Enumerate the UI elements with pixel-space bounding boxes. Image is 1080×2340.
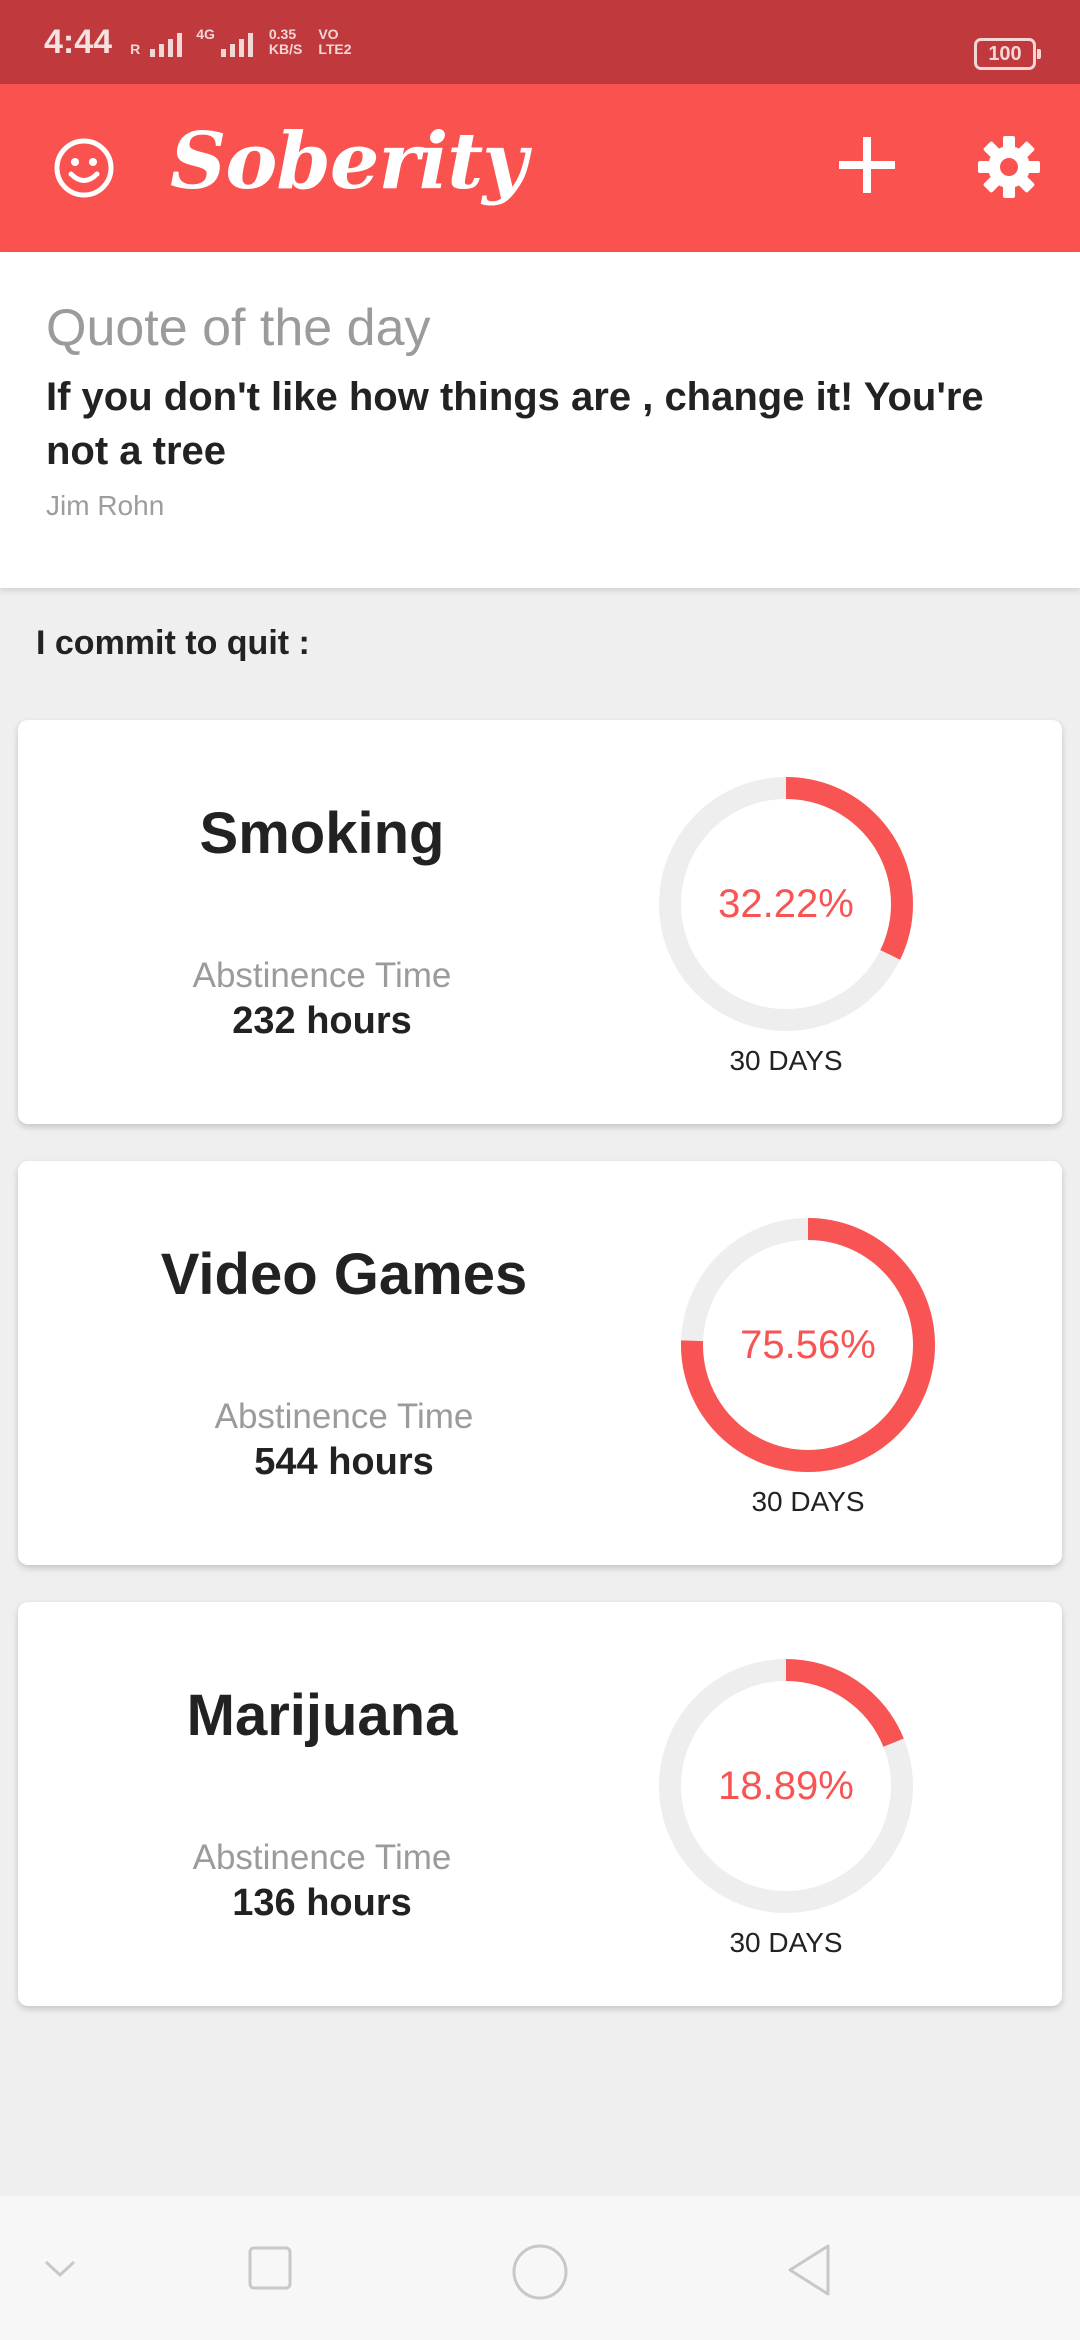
- net-speed-value: 0.35: [268, 26, 297, 42]
- habit-name: Marijuana: [186, 1683, 458, 1748]
- battery-level: 100: [988, 42, 1022, 65]
- quote-author: Jim Rohn: [46, 490, 165, 521]
- status-icons: R 4G 0.35 KB/S VO LTE2: [130, 26, 352, 57]
- progress-percent: 18.89%: [718, 1764, 854, 1808]
- habit-name: Smoking: [199, 801, 445, 866]
- progress-percent: 32.22%: [718, 882, 854, 926]
- abstinence-value: 544 hours: [254, 1441, 434, 1483]
- habit-card-smoking[interactable]: Smoking Abstinence Time 232 hours 32.22%…: [18, 720, 1062, 1124]
- quote-text: If you don't like how things are , chang…: [46, 375, 984, 473]
- roaming-indicator: R: [130, 41, 141, 57]
- triangle-back-icon[interactable]: [782, 2242, 838, 2298]
- app-bar: Soberity: [0, 84, 1080, 252]
- system-nav-bar: [0, 2196, 1080, 2340]
- goal-label: 30 DAYS: [751, 1486, 865, 1517]
- volte-top: VO: [318, 26, 339, 42]
- habit-card-marijuana[interactable]: Marijuana Abstinence Time 136 hours 18.8…: [18, 1602, 1062, 2006]
- volte-bottom: LTE2: [318, 41, 352, 57]
- volte-indicator: VO LTE2: [318, 27, 351, 57]
- signal-icon: [150, 29, 183, 57]
- progress-percent: 75.56%: [740, 1323, 876, 1367]
- smiley-icon[interactable]: [52, 136, 116, 200]
- status-bar: 4:44 R 4G 0.35 KB/S VO LTE2 100: [0, 0, 1080, 84]
- net-speed: 0.35 KB/S: [269, 27, 302, 57]
- abstinence-label: Abstinence Time: [192, 956, 452, 995]
- quote-heading: Quote of the day: [46, 299, 431, 357]
- battery-icon: 100: [974, 38, 1041, 70]
- abstinence-label: Abstinence Time: [214, 1397, 474, 1436]
- habit-name: Video Games: [160, 1242, 528, 1307]
- app-title: Soberity: [170, 116, 528, 207]
- goal-label: 30 DAYS: [729, 1045, 843, 1076]
- chevron-down-icon[interactable]: [40, 2248, 80, 2288]
- network-type: 4G: [196, 26, 215, 42]
- quote-card: Quote of the day If you don't like how t…: [0, 252, 1080, 588]
- commit-label: I commit to quit :: [36, 624, 310, 662]
- signal-icon-2: [220, 29, 253, 57]
- goal-label: 30 DAYS: [729, 1927, 843, 1958]
- net-speed-unit: KB/S: [268, 41, 303, 57]
- abstinence-value: 136 hours: [232, 1882, 412, 1924]
- square-icon[interactable]: [246, 2244, 294, 2292]
- status-time: 4:44: [44, 22, 113, 61]
- habit-card-video-games[interactable]: Video Games Abstinence Time 544 hours 75…: [18, 1161, 1062, 1565]
- abstinence-label: Abstinence Time: [192, 1838, 452, 1877]
- circle-icon[interactable]: [510, 2242, 570, 2302]
- abstinence-value: 232 hours: [232, 1000, 412, 1042]
- plus-icon[interactable]: [836, 134, 898, 196]
- gear-icon[interactable]: [976, 134, 1042, 200]
